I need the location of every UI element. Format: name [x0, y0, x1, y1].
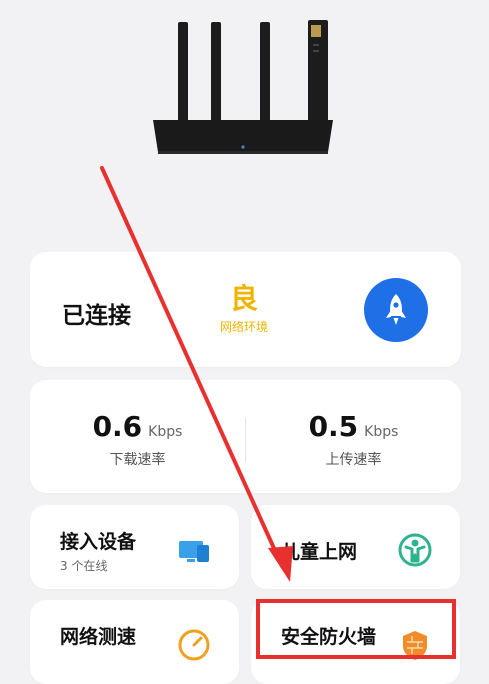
router-image [153, 20, 333, 154]
connected-devices-tile[interactable]: 接入设备 3 个在线 [30, 505, 239, 589]
connection-status-label: 已连接 [62, 303, 131, 329]
network-quality-grade: 良 [229, 282, 258, 315]
download-speed-value: 0.6 [92, 410, 143, 443]
boost-button[interactable] [364, 278, 428, 342]
connected-devices-count: 3 个在线 [60, 559, 108, 573]
speed-card[interactable]: 0.6 Kbps 下载速率 0.5 Kbps 上传速率 [30, 380, 461, 493]
download-speed-unit: Kbps [148, 424, 183, 440]
child-icon [398, 533, 432, 567]
upload-speed-value: 0.5 [308, 410, 359, 443]
devices-icon [179, 541, 209, 562]
upload-speed-label: 上传速率 [325, 452, 382, 468]
connected-devices-title: 接入设备 [60, 531, 137, 553]
download-speed: 0.6 Kbps 下载速率 [30, 410, 245, 469]
upload-speed-unit: Kbps [364, 424, 399, 440]
rocket-icon [386, 294, 406, 325]
speedometer-icon [178, 629, 210, 661]
child-internet-tile[interactable]: 儿童上网 [251, 505, 460, 589]
connection-status-card[interactable]: 已连接 良 网络环境 [30, 252, 461, 367]
speed-test-tile[interactable]: 网络测速 [30, 600, 239, 684]
speed-test-title: 网络测速 [60, 626, 137, 648]
annotation-highlight-box [256, 599, 456, 659]
child-internet-title: 儿童上网 [281, 541, 358, 563]
network-quality: 良 网络环境 [204, 282, 284, 335]
download-speed-label: 下载速率 [109, 452, 166, 468]
upload-speed: 0.5 Kbps 上传速率 [246, 410, 461, 469]
network-quality-label: 网络环境 [219, 320, 268, 334]
